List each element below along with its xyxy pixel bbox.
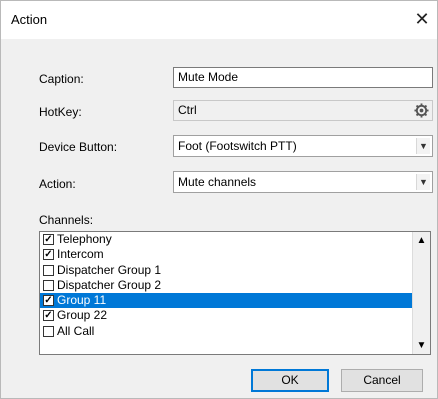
scroll-up-icon[interactable]: ▲ (413, 232, 430, 249)
channel-item[interactable]: ✓ Group 11 (40, 293, 412, 309)
ok-button[interactable]: OK (251, 369, 329, 392)
action-combo[interactable]: Mute channels ▼ (173, 171, 433, 193)
gear-icon[interactable] (414, 103, 429, 118)
channel-checkbox[interactable] (43, 279, 54, 291)
channel-item[interactable]: All Call (40, 324, 412, 339)
channel-checkbox[interactable] (43, 325, 54, 337)
channel-item[interactable]: ✓ Telephony (40, 232, 412, 247)
channel-checkbox[interactable]: ✓ (43, 249, 54, 261)
caption-input[interactable]: Mute Mode (173, 67, 433, 88)
chevron-down-icon[interactable]: ▼ (416, 174, 430, 190)
channel-item[interactable]: Dispatcher Group 1 (40, 263, 412, 278)
channel-checkbox[interactable] (43, 264, 54, 276)
scroll-down-icon[interactable]: ▼ (413, 337, 430, 354)
dialog-title: Action (11, 12, 48, 27)
channel-label: Group 22 (57, 308, 108, 323)
channel-checkbox[interactable]: ✓ (43, 295, 54, 307)
close-icon[interactable]: ✕ (409, 7, 435, 31)
channels-list[interactable]: ✓ Telephony ✓ Intercom Dispatcher Group 1 Dis… (39, 231, 431, 355)
channel-label: Telephony (57, 232, 112, 246)
cancel-button[interactable]: Cancel (341, 369, 423, 392)
channel-item[interactable]: ✓ Intercom (40, 247, 412, 262)
channels-scrollbar[interactable]: ▲ ▼ (412, 232, 430, 354)
action-label: Action: (39, 177, 76, 191)
channel-checkbox[interactable]: ✓ (43, 310, 54, 322)
hotkey-label: HotKey: (39, 105, 82, 119)
caption-label: Caption: (39, 72, 84, 86)
hotkey-value: Ctrl (178, 103, 197, 117)
action-dialog: Action ✕ Caption: Mute Mode HotKey: Ctrl… (0, 0, 438, 399)
action-value: Mute channels (178, 175, 257, 189)
device-button-combo[interactable]: Foot (Footswitch PTT) ▼ (173, 135, 433, 157)
channel-label: Dispatcher Group 2 (57, 277, 162, 292)
channel-item[interactable]: Dispatcher Group 2 (40, 278, 412, 293)
channels-label: Channels: (39, 213, 94, 227)
channel-checkbox[interactable]: ✓ (43, 234, 54, 245)
hotkey-field[interactable]: Ctrl (173, 100, 433, 121)
channel-item[interactable]: ✓ Group 22 (40, 308, 412, 323)
channels-items: ✓ Telephony ✓ Intercom Dispatcher Group 1 Dis… (40, 232, 412, 354)
device-button-label: Device Button: (39, 140, 118, 154)
channel-label: Dispatcher Group 1 (57, 262, 162, 277)
channel-label: Intercom (57, 247, 104, 262)
channel-label: All Call (57, 323, 95, 338)
channel-label: Group 11 (57, 293, 107, 308)
title-bar: Action ✕ (1, 1, 437, 39)
device-button-value: Foot (Footswitch PTT) (178, 139, 297, 153)
chevron-down-icon[interactable]: ▼ (416, 138, 430, 154)
